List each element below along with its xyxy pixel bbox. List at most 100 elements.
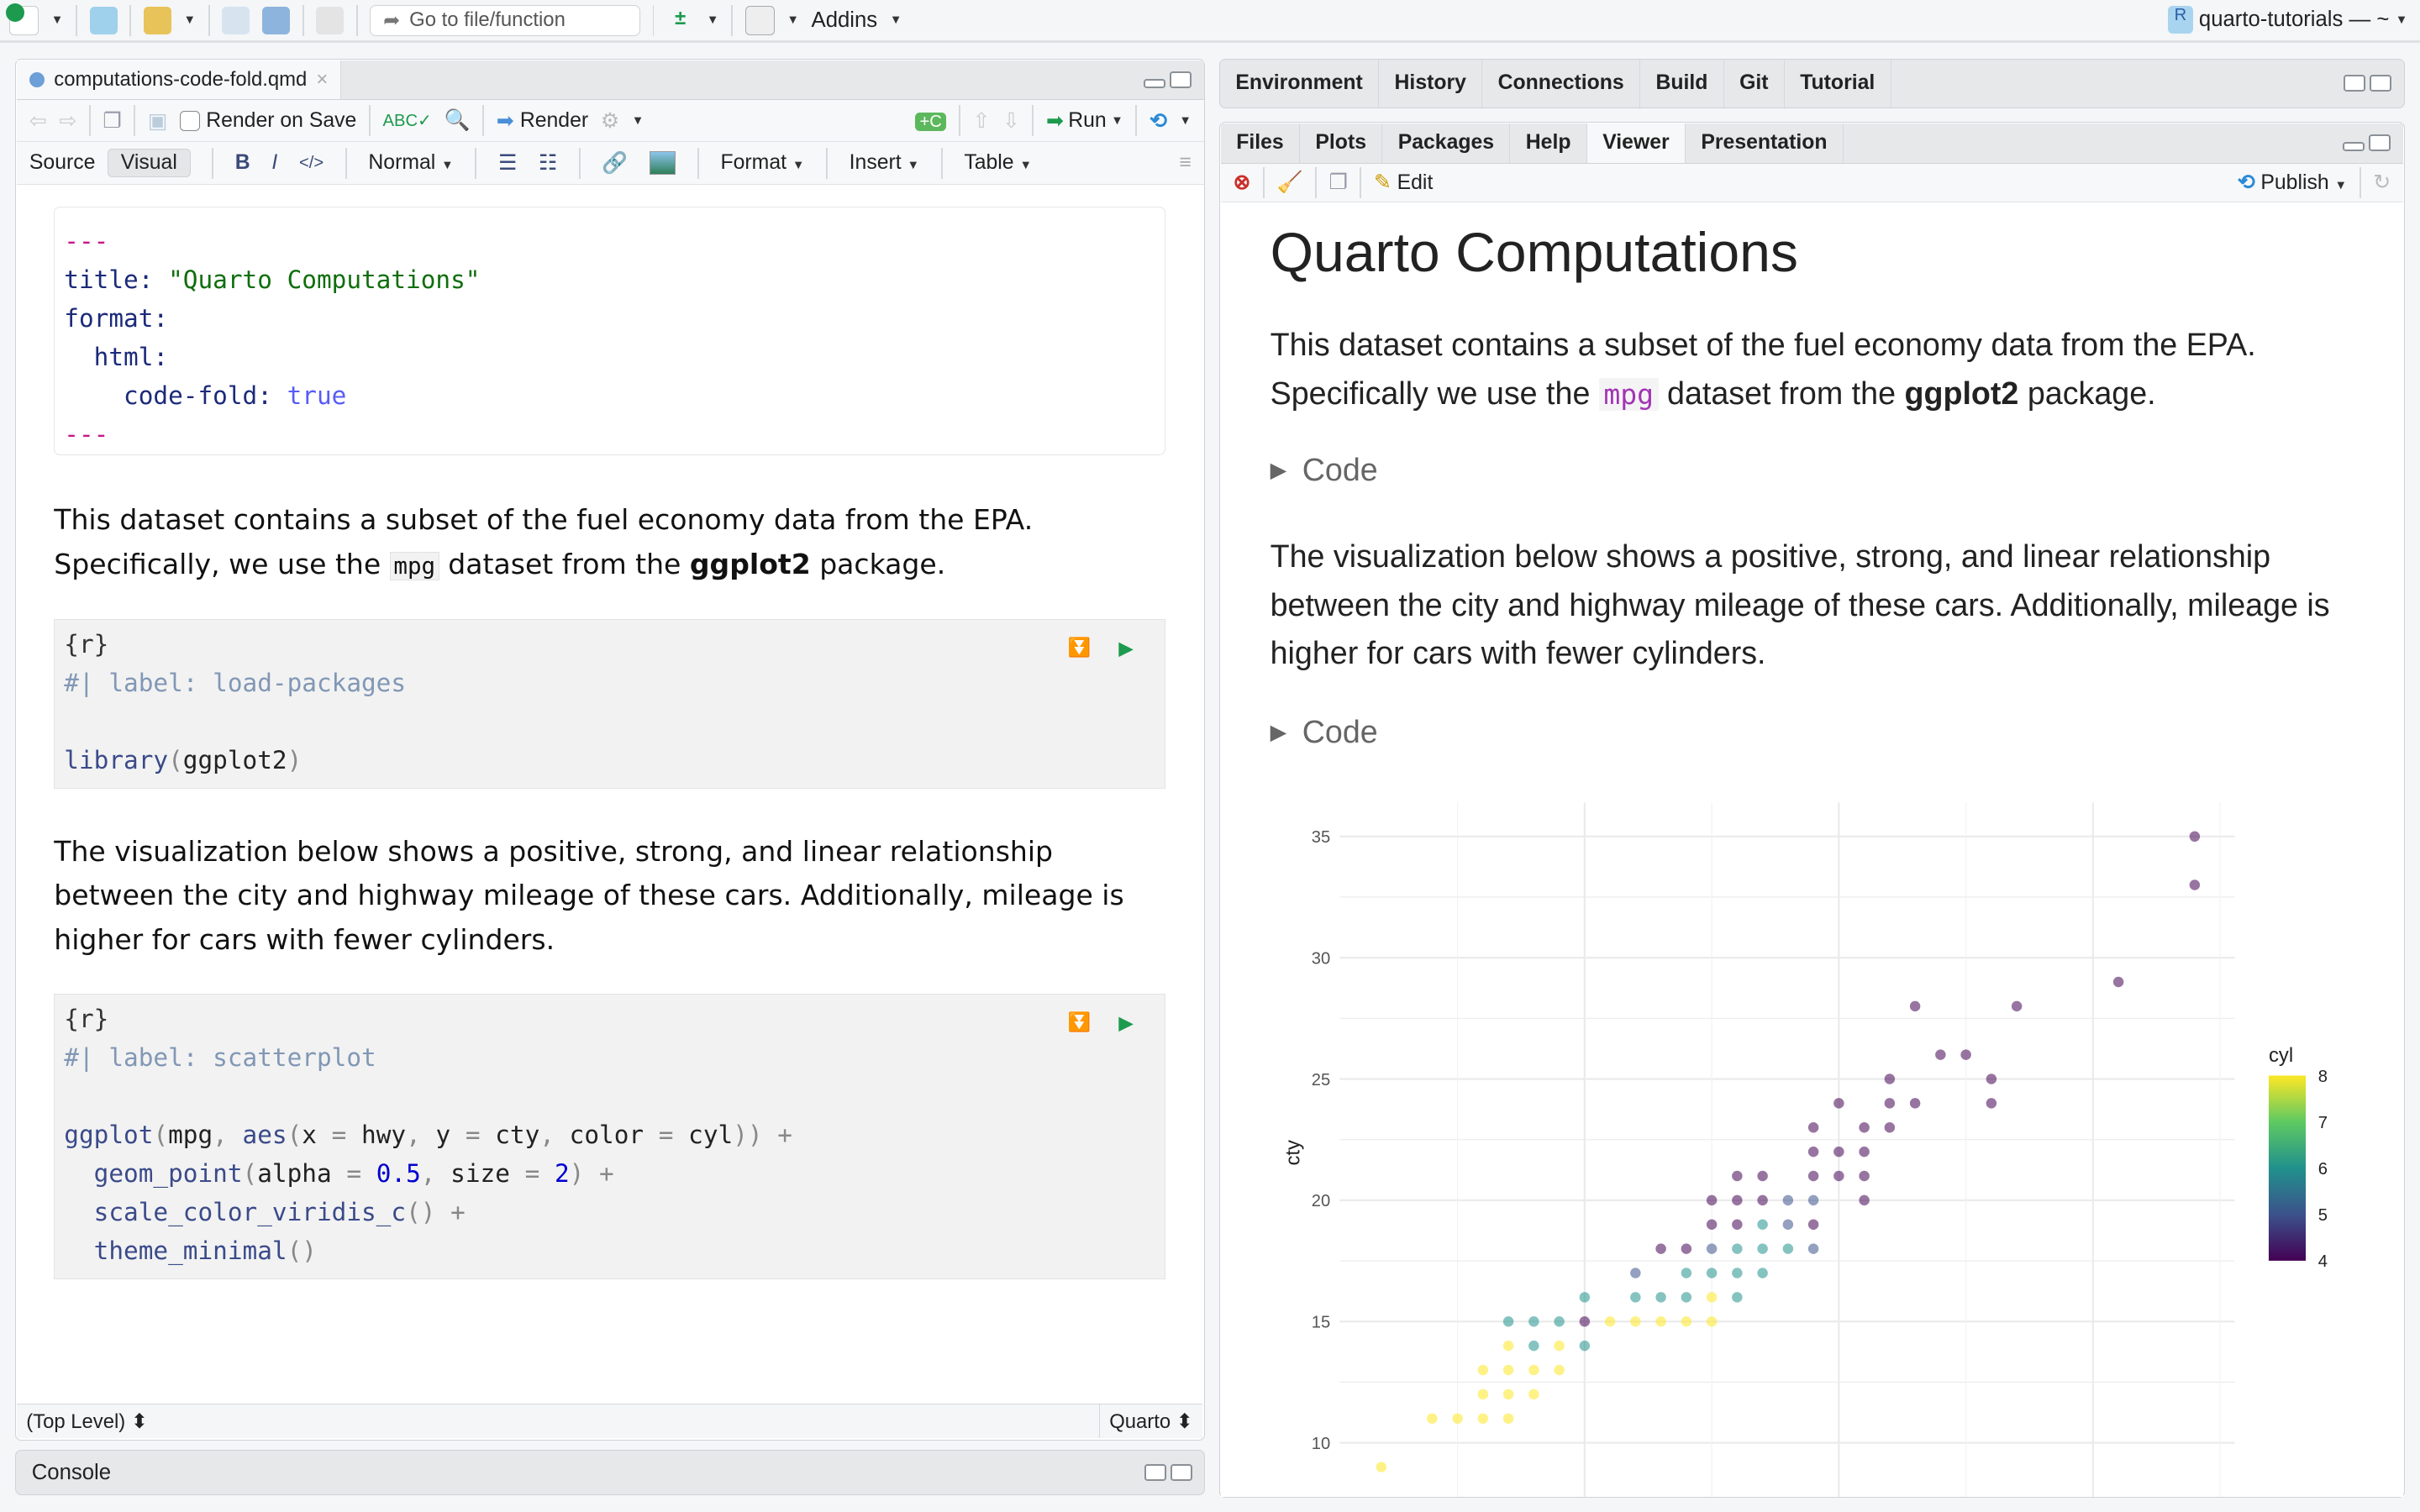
spellcheck-icon[interactable]: ABC✓ — [383, 110, 432, 131]
grid-layout-icon[interactable] — [744, 5, 775, 35]
code-chunk-load-packages[interactable]: {r} #| label: load-packages library(ggplo… — [54, 618, 1165, 789]
search-icon[interactable]: 🔍 — [445, 108, 471, 133]
code-line: --- — [64, 416, 1155, 454]
render-button[interactable]: ➡ Render — [497, 108, 588, 134]
refresh-icon[interactable]: ↻ — [2373, 170, 2391, 195]
tab-environment[interactable]: Environment — [1220, 59, 1380, 108]
restore-icon[interactable] — [2369, 134, 2391, 152]
bold-icon[interactable]: B — [235, 151, 250, 175]
maximize-icon[interactable] — [1171, 1464, 1192, 1482]
source-toolbar: ⇦ ⇨ ❐ ▣ Render on Save ABC✓ 🔍 ➡ Render ⚙ ▼ … — [17, 100, 1204, 142]
tab-git[interactable]: Git — [1724, 59, 1785, 108]
print-icon[interactable] — [316, 6, 345, 34]
open-folder-icon[interactable] — [143, 6, 171, 34]
block-style-dropdown[interactable]: Normal ▼ — [368, 151, 453, 175]
source-mode-button[interactable]: Source — [29, 151, 96, 175]
new-project-icon[interactable] — [89, 6, 118, 34]
chevron-down-icon[interactable]: ▼ — [707, 13, 719, 27]
image-icon[interactable] — [649, 151, 676, 176]
restore-icon[interactable] — [1144, 1464, 1166, 1482]
italic-icon[interactable]: I — [271, 151, 277, 175]
outline-icon[interactable]: ≡ — [1179, 151, 1191, 175]
tab-connections[interactable]: Connections — [1482, 59, 1641, 108]
new-file-icon[interactable] — [5, 3, 39, 35]
tab-packages[interactable]: Packages — [1382, 123, 1511, 163]
save-icon[interactable] — [222, 6, 250, 34]
run-button[interactable]: ➡ Run ▼ — [1046, 108, 1123, 134]
console-pane[interactable]: Console — [15, 1450, 1206, 1495]
visual-mode-button[interactable]: Visual — [108, 149, 191, 177]
code-toggle-label: Code — [1302, 452, 1378, 488]
chevron-down-icon[interactable]: ▼ — [632, 114, 644, 128]
link-icon[interactable]: 🔗 — [602, 151, 628, 176]
tab-build[interactable]: Build — [1640, 59, 1724, 108]
gear-icon[interactable]: ⚙ — [601, 108, 619, 134]
code-fold-toggle-1[interactable]: ▶ Code — [1270, 452, 1378, 488]
tab-computations-code-fold[interactable]: computations-code-fold.qmd × — [17, 60, 341, 100]
forward-icon[interactable]: ⇨ — [59, 108, 76, 134]
tab-presentation[interactable]: Presentation — [1686, 123, 1844, 163]
insert-chunk-icon[interactable]: +C — [914, 109, 947, 133]
tab-viewer[interactable]: Viewer — [1586, 123, 1686, 163]
chevron-down-icon[interactable]: ▼ — [1179, 114, 1192, 128]
run-arrow-icon: ➡ — [1045, 109, 1064, 133]
publish-icon[interactable]: ⟲ — [1150, 108, 1167, 134]
yaml-front-matter[interactable]: --- title: "Quarto Computations" format: h… — [54, 207, 1165, 455]
down-arrow-icon[interactable]: ⇩ — [1002, 108, 1020, 134]
restore-icon[interactable] — [2343, 75, 2365, 92]
publish-button[interactable]: ⟲ Publish ▼ — [2238, 170, 2347, 195]
code-line: {r} — [64, 1000, 1155, 1039]
editor-paragraph-1[interactable]: This dataset contains a subset of the fu… — [54, 498, 1173, 588]
insert-menu[interactable]: Insert ▼ — [850, 151, 919, 175]
save-icon[interactable]: ▣ — [148, 108, 167, 134]
table-menu[interactable]: Table ▼ — [964, 151, 1032, 175]
console-label[interactable]: Console — [16, 1461, 111, 1485]
code-token: , — [213, 1120, 243, 1149]
maximize-icon[interactable] — [1170, 71, 1192, 89]
data-point — [1732, 1219, 1743, 1230]
chevron-down-icon[interactable]: ▼ — [183, 13, 196, 27]
chevron-down-icon[interactable]: ▼ — [786, 13, 799, 27]
legend-title: cyl — [2269, 1044, 2293, 1067]
stop-icon[interactable]: ⊗ — [1234, 170, 1251, 195]
chevron-down-icon[interactable]: ▼ — [890, 13, 902, 27]
scope-dropdown[interactable]: (Top Level) ⬍ — [17, 1410, 148, 1434]
maximize-icon[interactable] — [2370, 75, 2391, 92]
format-menu[interactable]: Format ▼ — [721, 151, 805, 175]
minimize-icon[interactable] — [1144, 79, 1165, 89]
tab-help[interactable]: Help — [1510, 123, 1587, 163]
minimize-icon[interactable] — [2343, 142, 2365, 152]
tab-files[interactable]: Files — [1221, 123, 1301, 163]
up-arrow-icon[interactable]: ⇧ — [973, 108, 991, 134]
tab-history[interactable]: History — [1379, 59, 1483, 108]
chevron-down-icon[interactable]: ▼ — [51, 13, 64, 27]
edit-button[interactable]: ✎ Edit — [1374, 170, 1433, 195]
clear-broom-icon[interactable]: 🧹 — [1276, 171, 1302, 195]
render-on-save-checkbox[interactable]: Render on Save — [179, 109, 356, 133]
code-fold-toggle-2[interactable]: ▶ Code — [1270, 714, 1378, 750]
project-menu[interactable]: Rquarto-tutorials — ~ ▼ — [2168, 6, 2407, 34]
bullet-list-icon[interactable]: ☰ — [498, 150, 517, 176]
back-icon[interactable]: ⇦ — [29, 108, 47, 134]
save-all-icon[interactable] — [261, 6, 291, 34]
run-chunk-icon[interactable]: ▶ — [1118, 629, 1134, 668]
code-token: #| label: scatterplot — [64, 1043, 376, 1073]
numbered-list-icon[interactable]: ☷ — [539, 150, 557, 176]
addins-menu[interactable]: Addins — [812, 8, 878, 33]
run-previous-chunks-icon[interactable]: ⏬ — [1068, 1004, 1091, 1042]
tab-tutorial[interactable]: Tutorial — [1785, 59, 1891, 108]
show-in-window-icon[interactable]: ❐ — [1329, 170, 1348, 195]
code-icon[interactable]: </> — [299, 154, 324, 173]
checkbox[interactable] — [179, 110, 200, 131]
go-to-file-input[interactable]: ➦ Go to file/function — [370, 4, 640, 36]
tab-plots[interactable]: Plots — [1300, 123, 1383, 163]
show-in-window-icon[interactable]: ❐ — [103, 108, 121, 134]
visual-editor[interactable]: --- title: "Quarto Computations" format: h… — [17, 185, 1202, 1404]
editor-paragraph-2[interactable]: The visualization below shows a positive… — [54, 830, 1173, 962]
vcs-icon[interactable]: ± — [666, 7, 694, 34]
file-type-dropdown[interactable]: Quarto ⬍ — [1099, 1404, 1202, 1438]
close-icon[interactable]: × — [316, 68, 328, 92]
code-chunk-scatterplot[interactable]: {r} #| label: scatterplot ggplot(mpg, aes… — [54, 993, 1165, 1279]
run-previous-chunks-icon[interactable]: ⏬ — [1068, 629, 1091, 668]
run-chunk-icon[interactable]: ▶ — [1118, 1004, 1134, 1042]
